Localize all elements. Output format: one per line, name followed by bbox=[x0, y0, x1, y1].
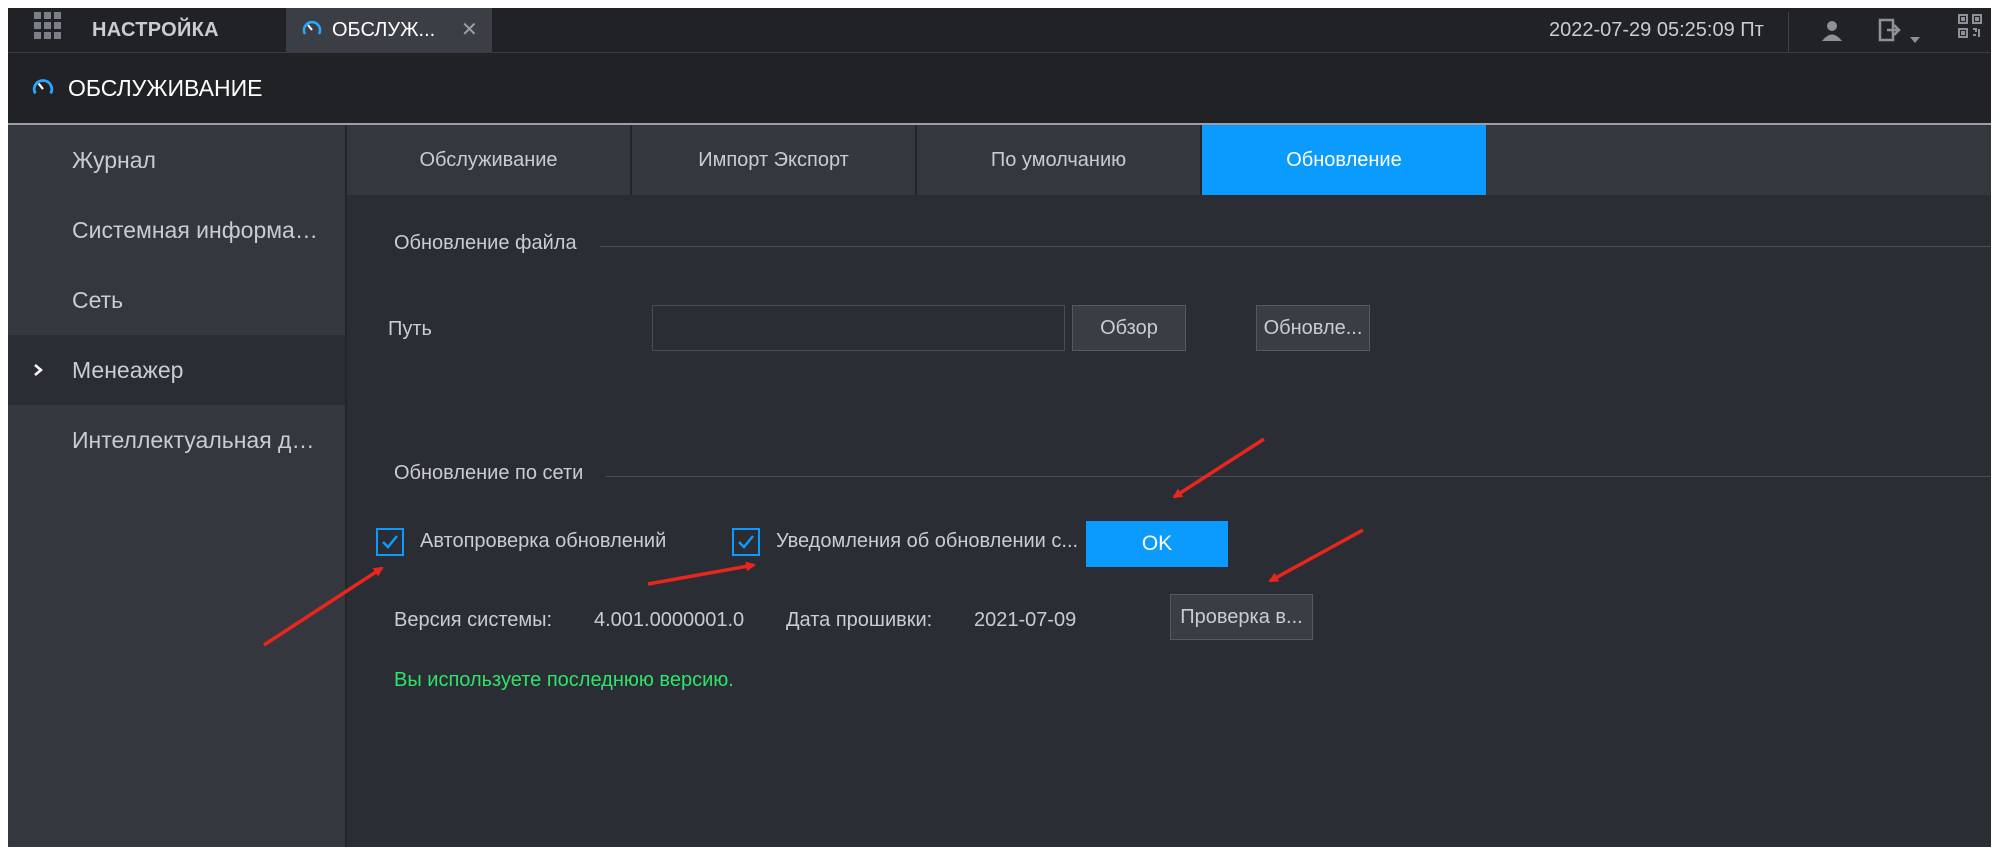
app-window: НАСТРОЙКА ОБСЛУЖ... ✕ 2022-07-29 05:25:0… bbox=[8, 8, 1991, 847]
user-icon[interactable] bbox=[1820, 18, 1844, 47]
check-update-button[interactable]: Проверка в... bbox=[1170, 594, 1313, 640]
top-bar: НАСТРОЙКА ОБСЛУЖ... ✕ 2022-07-29 05:25:0… bbox=[8, 8, 1991, 53]
close-icon[interactable]: ✕ bbox=[461, 8, 478, 52]
qr-code-icon[interactable] bbox=[1958, 14, 1982, 43]
page-title: ОБСЛУЖИВАНИЕ bbox=[68, 75, 263, 101]
grid-menu-icon[interactable] bbox=[34, 12, 62, 40]
page-header: ОБСЛУЖИВАНИЕ bbox=[8, 53, 1991, 125]
section-divider bbox=[606, 476, 1991, 477]
section-divider bbox=[600, 246, 1991, 247]
system-version-value: 4.001.0000001.0 bbox=[594, 609, 745, 631]
firmware-date-label: Дата прошивки: bbox=[786, 609, 933, 631]
tab-service[interactable]: Обслуживание bbox=[347, 125, 632, 195]
annotation-arrow bbox=[1172, 437, 1265, 499]
sidebar: Журнал Системная информация Сеть Менеаже… bbox=[8, 125, 347, 847]
firmware-date-value: 2021-07-09 bbox=[974, 609, 1077, 631]
gauge-icon bbox=[32, 77, 54, 104]
notify-checkbox[interactable] bbox=[732, 528, 760, 556]
datetime-display: 2022-07-29 05:25:09 Пт bbox=[1549, 19, 1764, 41]
gauge-icon bbox=[302, 19, 322, 45]
sidebar-item-manager[interactable]: Менеажер bbox=[8, 335, 345, 405]
sidebar-item-label: Сеть bbox=[72, 287, 124, 313]
sidebar-item-label: Журнал bbox=[72, 147, 156, 173]
auto-check-checkbox[interactable] bbox=[376, 528, 404, 556]
sidebar-item-log[interactable]: Журнал bbox=[8, 125, 345, 195]
system-version-label: Версия системы: bbox=[394, 609, 553, 631]
auto-check-label: Автопроверка обновлений bbox=[420, 530, 667, 552]
network-update-section-title: Обновление по сети bbox=[394, 462, 584, 484]
sidebar-item-label: Системная информация bbox=[72, 217, 322, 243]
path-label: Путь bbox=[388, 318, 432, 340]
notify-label: Уведомления об обновлении с... bbox=[776, 530, 1079, 552]
sidebar-item-network[interactable]: Сеть bbox=[8, 265, 345, 335]
ok-button[interactable]: OK bbox=[1086, 521, 1228, 567]
tab-maintenance-label: ОБСЛУЖ... bbox=[332, 19, 436, 41]
file-update-button[interactable]: Обновле... bbox=[1256, 305, 1370, 351]
toolbar-divider bbox=[1788, 12, 1789, 52]
tab-import-export[interactable]: Импорт Экспорт bbox=[632, 125, 917, 195]
sidebar-item-label: Интеллектуальная диагностика bbox=[72, 427, 322, 453]
caret-down-icon[interactable] bbox=[1910, 30, 1920, 48]
path-input[interactable] bbox=[652, 305, 1065, 351]
tab-upgrade[interactable]: Обновление bbox=[1202, 125, 1486, 195]
annotation-arrow bbox=[647, 561, 756, 586]
tab-maintenance[interactable]: ОБСЛУЖ... ✕ bbox=[286, 8, 492, 52]
file-update-section-title: Обновление файла bbox=[394, 232, 577, 254]
sidebar-item-diagnostics[interactable]: Интеллектуальная диагностика bbox=[8, 405, 345, 475]
sidebar-item-system-info[interactable]: Системная информация bbox=[8, 195, 345, 265]
status-message: Вы используете последнюю версию. bbox=[394, 669, 734, 691]
tab-default[interactable]: По умолчанию bbox=[917, 125, 1202, 195]
logout-icon[interactable] bbox=[1878, 18, 1904, 47]
setup-title[interactable]: НАСТРОЙКА bbox=[92, 8, 219, 52]
annotation-arrow bbox=[1268, 528, 1364, 583]
browse-button[interactable]: Обзор bbox=[1072, 305, 1186, 351]
sidebar-item-label: Менеажер bbox=[72, 357, 184, 383]
tab-bar-filler bbox=[1486, 125, 1991, 195]
